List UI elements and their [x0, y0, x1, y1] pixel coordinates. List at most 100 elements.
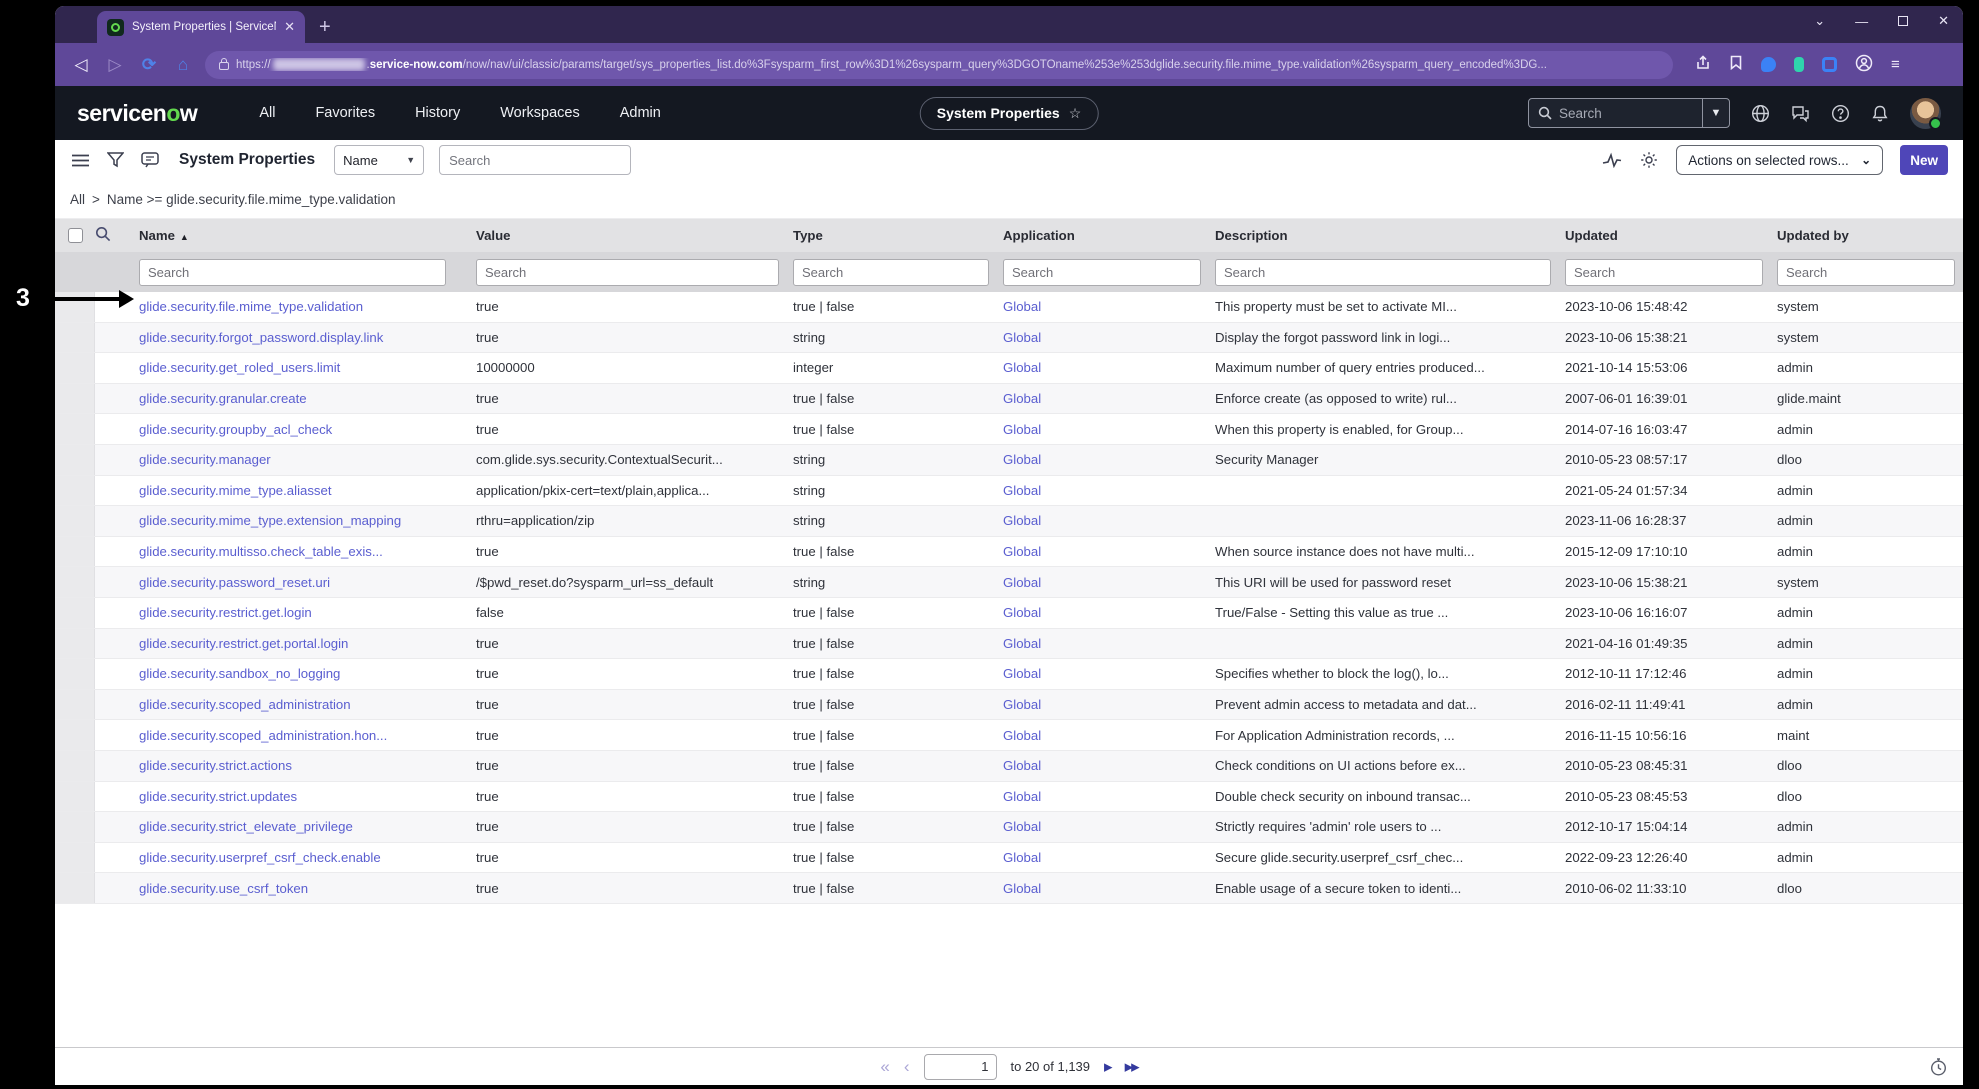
back-icon[interactable]: ◁: [69, 55, 93, 75]
table-row[interactable]: glide.security.restrict.get.login false tr…: [55, 597, 1963, 629]
nav-item-history[interactable]: History: [415, 105, 460, 121]
filter-application-input[interactable]: [1003, 258, 1201, 286]
application-link[interactable]: Global: [1003, 360, 1041, 375]
page-number-input[interactable]: [923, 1053, 997, 1080]
extension-blue-drop-icon[interactable]: [1761, 57, 1776, 72]
breadcrumb-condition-link[interactable]: Name >= glide.security.file.mime_type.va…: [107, 192, 396, 207]
property-name-link[interactable]: glide.security.use_csrf_token: [139, 881, 308, 896]
property-name-link[interactable]: glide.security.get_roled_users.limit: [139, 360, 340, 375]
table-row[interactable]: glide.security.strict_elevate_privilege t…: [55, 812, 1963, 843]
column-header-application[interactable]: Application: [1003, 228, 1215, 243]
application-link[interactable]: Global: [1003, 483, 1041, 498]
column-header-value[interactable]: Value: [476, 228, 793, 243]
property-name-link[interactable]: glide.security.mime_type.extension_mappi…: [139, 513, 401, 528]
tab-search-icon[interactable]: ⌄: [1814, 13, 1825, 29]
global-search-input[interactable]: Search ▼: [1528, 98, 1730, 128]
application-link[interactable]: Global: [1003, 299, 1041, 314]
tab-close-icon[interactable]: ✕: [284, 19, 295, 35]
filter-icon[interactable]: [105, 152, 125, 168]
table-row[interactable]: glide.security.scoped_administration true…: [55, 689, 1963, 721]
comments-icon[interactable]: [140, 152, 160, 168]
search-column-select[interactable]: Name ▼: [334, 145, 425, 175]
property-name-link[interactable]: glide.security.restrict.get.portal.login: [139, 636, 348, 651]
last-page-icon[interactable]: ▸▸: [1125, 1058, 1140, 1075]
application-link[interactable]: Global: [1003, 819, 1041, 834]
property-name-link[interactable]: glide.security.file.mime_type.validation: [139, 299, 363, 314]
table-row[interactable]: glide.security.mime_type.extension_mappi…: [55, 506, 1963, 537]
property-name-link[interactable]: glide.security.strict.updates: [139, 789, 297, 804]
application-link[interactable]: Global: [1003, 452, 1041, 467]
current-page-pill[interactable]: System Properties ☆: [919, 96, 1099, 130]
table-row[interactable]: glide.security.strict.updates true true | …: [55, 781, 1963, 813]
application-link[interactable]: Global: [1003, 850, 1041, 865]
property-name-link[interactable]: glide.security.strict.actions: [139, 758, 292, 773]
browser-tab[interactable]: System Properties | ServiceNow ✕: [97, 11, 305, 43]
table-row[interactable]: glide.security.password_reset.uri /$pwd_r…: [55, 567, 1963, 598]
table-row[interactable]: glide.security.restrict.get.portal.login…: [55, 628, 1963, 660]
property-name-link[interactable]: glide.security.mime_type.aliasset: [139, 483, 332, 498]
application-link[interactable]: Global: [1003, 636, 1041, 651]
table-row[interactable]: glide.security.scoped_administration.hon…: [55, 720, 1963, 751]
table-row[interactable]: glide.security.manager com.glide.sys.secu…: [55, 444, 1963, 476]
column-header-updated[interactable]: Updated: [1565, 228, 1777, 243]
activity-pulse-icon[interactable]: [1602, 152, 1622, 168]
window-close-button[interactable]: ✕: [1938, 13, 1949, 29]
first-page-icon[interactable]: «: [880, 1058, 889, 1075]
actions-dropdown[interactable]: Actions on selected rows... ⌄: [1676, 145, 1884, 175]
table-row[interactable]: glide.security.file.mime_type.validation…: [55, 292, 1963, 323]
select-all-checkbox[interactable]: [67, 228, 83, 243]
extension-blue-square-icon[interactable]: [1822, 57, 1837, 72]
previous-page-icon[interactable]: ‹: [904, 1058, 910, 1075]
filter-updated-by-input[interactable]: [1777, 258, 1955, 286]
application-link[interactable]: Global: [1003, 728, 1041, 743]
application-link[interactable]: Global: [1003, 881, 1041, 896]
next-page-icon[interactable]: ▸: [1104, 1058, 1112, 1075]
property-name-link[interactable]: glide.security.scoped_administration: [139, 697, 351, 712]
application-link[interactable]: Global: [1003, 513, 1041, 528]
filter-value-input[interactable]: [476, 258, 779, 286]
table-row[interactable]: glide.security.granular.create true true |…: [55, 383, 1963, 415]
filter-updated-input[interactable]: [1565, 258, 1763, 286]
property-name-link[interactable]: glide.security.password_reset.uri: [139, 575, 330, 590]
address-bar[interactable]: https:// . service-now.com /now/nav/ui/cl…: [205, 50, 1673, 79]
column-header-description[interactable]: Description: [1215, 228, 1565, 243]
new-tab-button[interactable]: +: [319, 17, 331, 37]
property-name-link[interactable]: glide.security.granular.create: [139, 391, 307, 406]
application-link[interactable]: Global: [1003, 789, 1041, 804]
response-time-clock-icon[interactable]: [1930, 1058, 1947, 1081]
browser-menu-icon[interactable]: ≡: [1891, 56, 1900, 73]
bookmark-icon[interactable]: [1729, 55, 1743, 74]
application-link[interactable]: Global: [1003, 544, 1041, 559]
table-row[interactable]: glide.security.strict.actions true true | …: [55, 750, 1963, 782]
nav-item-all[interactable]: All: [259, 105, 275, 121]
new-button[interactable]: New: [1900, 145, 1948, 175]
list-search-input[interactable]: [439, 145, 632, 175]
list-menu-icon[interactable]: [70, 154, 90, 167]
property-name-link[interactable]: glide.security.manager: [139, 452, 271, 467]
application-link[interactable]: Global: [1003, 605, 1041, 620]
home-icon[interactable]: ⌂: [171, 55, 195, 75]
extension-teal-icon[interactable]: [1794, 57, 1804, 72]
favorite-star-icon[interactable]: ☆: [1069, 105, 1082, 122]
property-name-link[interactable]: glide.security.multisso.check_table_exis…: [139, 544, 383, 559]
property-name-link[interactable]: glide.security.userpref_csrf_check.enabl…: [139, 850, 381, 865]
property-name-link[interactable]: glide.security.restrict.get.login: [139, 605, 312, 620]
table-row[interactable]: glide.security.multisso.check_table_exis…: [55, 536, 1963, 568]
forward-icon[interactable]: ▷: [103, 55, 127, 75]
help-icon[interactable]: [1830, 103, 1850, 123]
gear-icon[interactable]: [1639, 151, 1659, 169]
application-link[interactable]: Global: [1003, 697, 1041, 712]
table-row[interactable]: glide.security.sandbox_no_logging true tru…: [55, 659, 1963, 690]
table-row[interactable]: glide.security.get_roled_users.limit 1000…: [55, 353, 1963, 384]
application-link[interactable]: Global: [1003, 422, 1041, 437]
servicenow-logo[interactable]: servicenow: [77, 100, 198, 127]
application-link[interactable]: Global: [1003, 330, 1041, 345]
column-search-toggle-icon[interactable]: [95, 226, 111, 245]
application-link[interactable]: Global: [1003, 575, 1041, 590]
application-link[interactable]: Global: [1003, 758, 1041, 773]
property-name-link[interactable]: glide.security.strict_elevate_privilege: [139, 819, 353, 834]
nav-item-admin[interactable]: Admin: [620, 105, 661, 121]
table-row[interactable]: glide.security.use_csrf_token true true | …: [55, 873, 1963, 904]
filter-description-input[interactable]: [1215, 258, 1551, 286]
nav-item-workspaces[interactable]: Workspaces: [500, 105, 580, 121]
